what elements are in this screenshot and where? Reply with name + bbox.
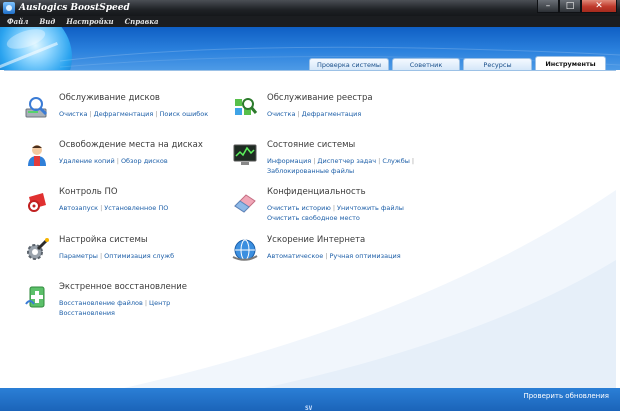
group-title: Контроль ПО xyxy=(59,187,118,197)
group-links: Удаление копий | Обзор дисков xyxy=(59,157,168,165)
link-rescue-center[interactable]: Центр xyxy=(149,299,170,307)
link-tweak-settings[interactable]: Параметры xyxy=(59,252,98,260)
group-links: Очистить историю | Уничтожить файлы Очистит… xyxy=(267,204,404,222)
check-updates-link[interactable]: Проверить обновления xyxy=(523,392,609,400)
link-file-recovery[interactable]: Восстановление файлов xyxy=(59,299,143,307)
disk-space-icon xyxy=(28,145,46,166)
link-installed-software[interactable]: Установленное ПО xyxy=(104,204,168,212)
registry-maintenance-icon xyxy=(235,98,258,115)
resize-grip[interactable]: SV xyxy=(305,405,312,411)
link-disk-cleanup[interactable]: Очистка xyxy=(59,110,87,118)
group-links: Восстановление файлов | Центр Восстановлени… xyxy=(59,299,171,317)
group-title: Экстренное восстановление xyxy=(59,282,188,292)
link-shred-files[interactable]: Уничтожить файлы xyxy=(337,204,404,212)
rescue-center-icon xyxy=(25,286,45,308)
status-bar: Проверить обновления SV xyxy=(0,388,620,411)
minimize-button[interactable]: – xyxy=(537,0,559,13)
window-titlebar: Auslogics BoostSpeed – □ ✕ xyxy=(0,0,620,16)
link-manual-optimization[interactable]: Ручная оптимизация xyxy=(329,252,400,260)
link-autorun[interactable]: Автозапуск xyxy=(59,204,98,212)
link-disk-check[interactable]: Поиск ошибок xyxy=(160,110,209,118)
menu-file[interactable]: Файл xyxy=(7,16,28,27)
link-auto-optimization[interactable]: Автоматическое xyxy=(267,252,323,260)
group-links: Очистка | Дефрагментация xyxy=(267,110,362,118)
group-title: Обслуживание дисков xyxy=(59,93,160,103)
group-title: Настройка системы xyxy=(59,235,148,245)
link-locked-files[interactable]: Заблокированные файлы xyxy=(267,167,354,175)
link-services[interactable]: Службы xyxy=(382,157,410,165)
link-disk-explorer[interactable]: Обзор дисков xyxy=(121,157,168,165)
group-links: Информация | Диспетчер задач | Службы | Заблок… xyxy=(267,157,415,175)
tools-panel: Обслуживание дисков Очистка | Дефрагментац… xyxy=(4,70,616,388)
group-title: Состояние системы xyxy=(267,140,356,150)
tab-tools[interactable]: Инструменты xyxy=(535,56,606,71)
system-tweak-icon xyxy=(27,238,49,260)
link-registry-defrag[interactable]: Дефрагментация xyxy=(302,110,362,118)
menu-settings[interactable]: Настройки xyxy=(66,16,113,27)
link-clear-history[interactable]: Очистить историю xyxy=(267,204,331,212)
group-links: Очистка | Дефрагментация | Поиск ошибок xyxy=(59,110,209,118)
privacy-eraser-icon xyxy=(234,194,256,213)
maximize-button[interactable]: □ xyxy=(559,0,581,13)
group-title: Обслуживание реестра xyxy=(267,93,373,103)
menu-bar: Файл Вид Настройки Справка xyxy=(0,16,620,27)
menu-help[interactable]: Справка xyxy=(125,16,159,27)
link-duplicate-finder[interactable]: Удаление копий xyxy=(59,157,115,165)
close-button[interactable]: ✕ xyxy=(581,0,617,13)
internet-speedup-icon xyxy=(232,239,258,261)
link-system-info[interactable]: Информация xyxy=(267,157,311,165)
disk-maintenance-icon xyxy=(25,97,48,118)
link-registry-cleanup[interactable]: Очистка xyxy=(267,110,295,118)
link-rescue-center-2[interactable]: Восстановления xyxy=(59,309,115,317)
group-links: Автозапуск | Установленное ПО xyxy=(59,204,169,212)
main-tabs: Проверка системы Советник Ресурсы Инстру… xyxy=(309,56,609,71)
menu-view[interactable]: Вид xyxy=(39,16,55,27)
software-control-icon xyxy=(28,193,46,212)
window-controls: – □ ✕ xyxy=(537,0,617,14)
group-title: Ускорение Интернета xyxy=(267,235,366,245)
system-state-icon xyxy=(233,144,257,165)
link-service-optimization[interactable]: Оптимизация служб xyxy=(104,252,174,260)
app-logo-icon xyxy=(3,2,15,14)
link-wipe-free-space[interactable]: Очистить свободное место xyxy=(267,214,360,222)
group-links: Автоматическое | Ручная оптимизация xyxy=(267,252,401,260)
link-disk-defrag[interactable]: Дефрагментация xyxy=(94,110,154,118)
group-links: Параметры | Оптимизация служб xyxy=(59,252,175,260)
group-title: Конфиденциальность xyxy=(267,187,366,197)
link-task-manager[interactable]: Диспетчер задач xyxy=(317,157,376,165)
group-title: Освобождение места на дисках xyxy=(59,140,203,150)
window-title: Auslogics BoostSpeed xyxy=(19,3,130,13)
